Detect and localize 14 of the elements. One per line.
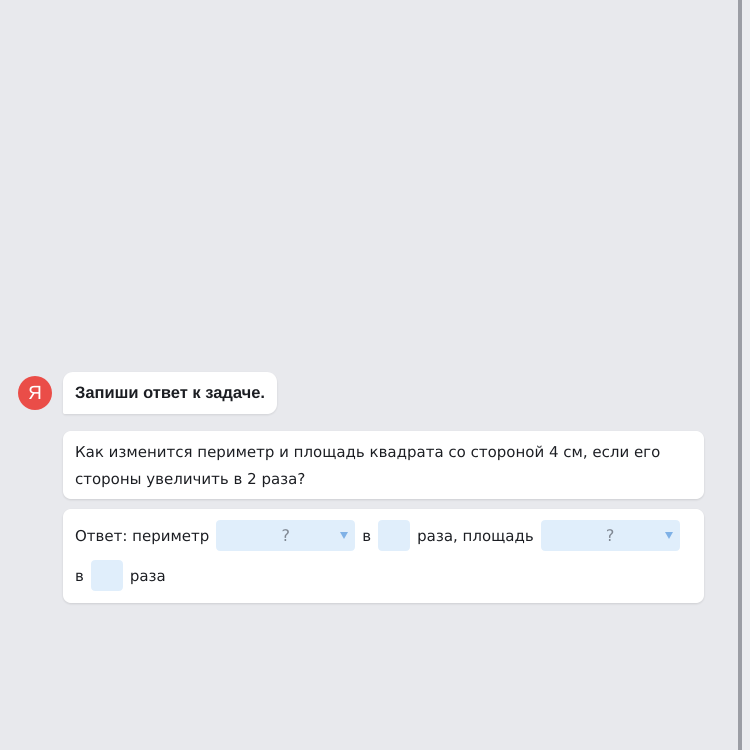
answer-text: в [75,566,84,586]
input-field[interactable] [378,520,410,551]
caret-icon [664,532,673,539]
dropdown[interactable]: ? [216,520,356,551]
answer-text: Ответ: периметр [75,526,210,546]
dropdown[interactable]: ? [540,520,680,551]
avatar-logo: Я [18,376,52,410]
answer-text: раза, площадь [417,526,534,546]
answer-text: раза [130,566,166,586]
question-text: Как изменится периметр и площадь квадрата со стороной 4 см, если его стороны увеличить в 2 раза? [63,431,704,499]
input-field[interactable] [90,560,123,591]
answer-text: в [362,526,372,546]
caret-icon [340,532,348,539]
message-bubble: Запиши ответ к задаче. [63,372,277,414]
